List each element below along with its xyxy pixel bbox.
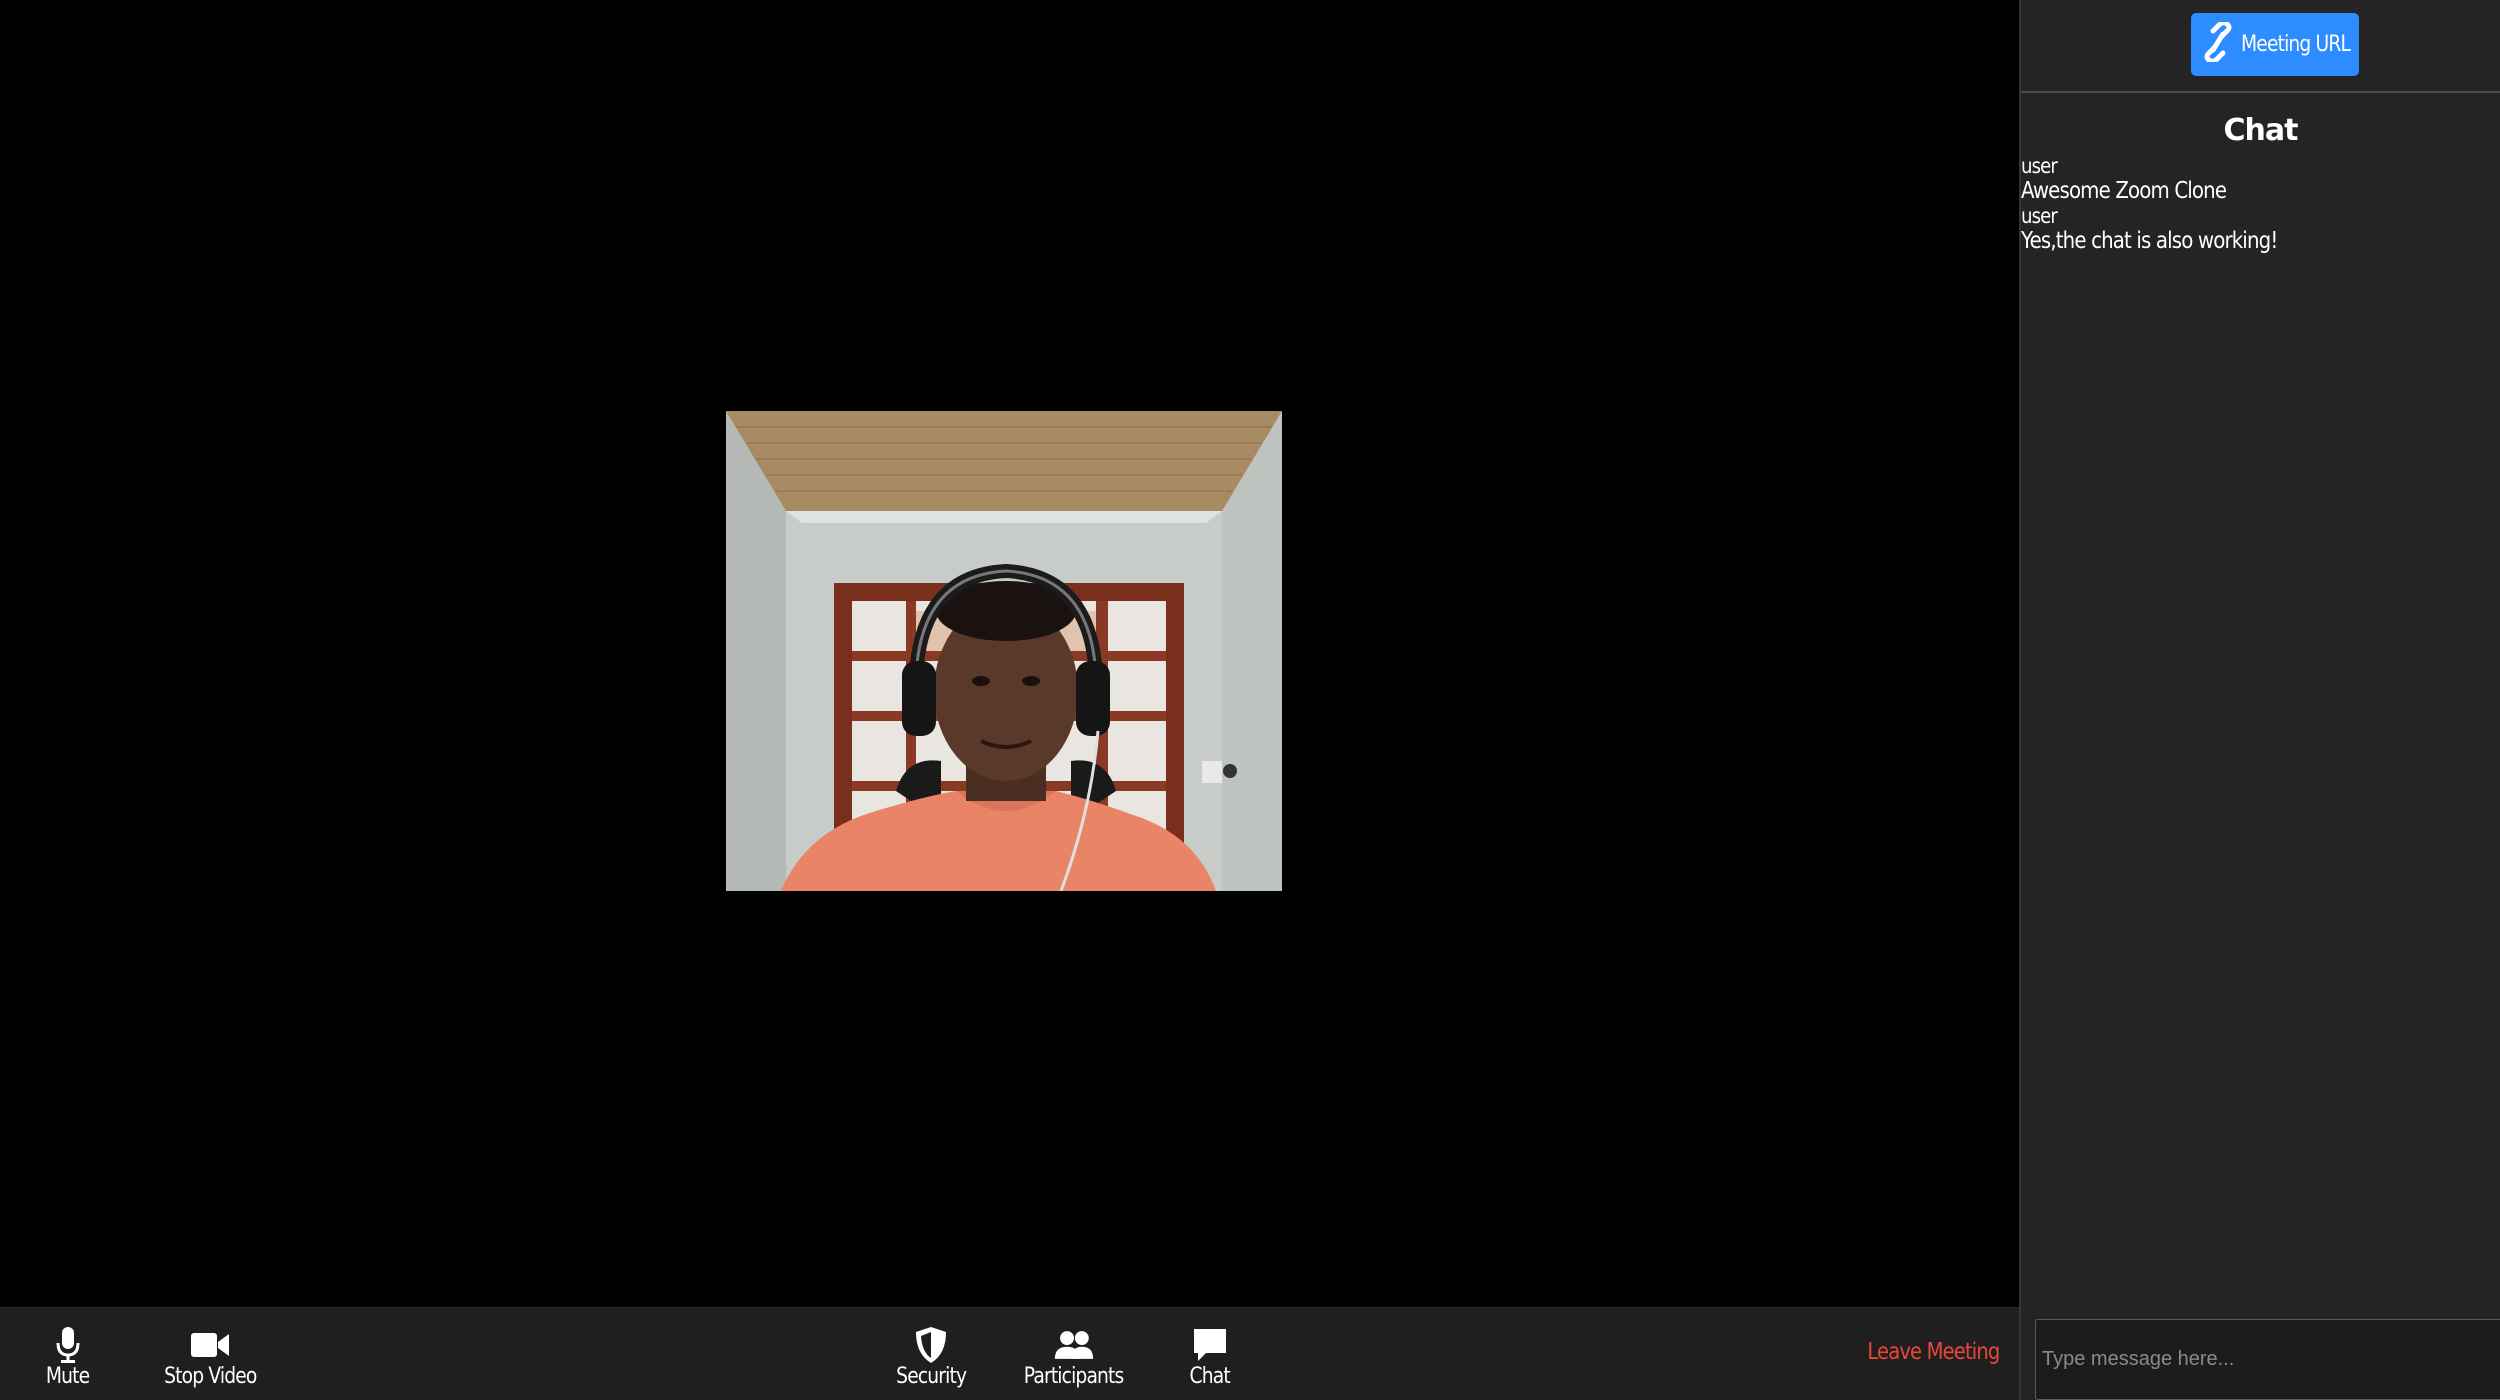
mute-button[interactable]: Mute (42, 1326, 93, 1390)
stop-video-label: Stop Video (164, 1364, 257, 1389)
chat-button[interactable]: Chat (1186, 1326, 1233, 1390)
chat-message: user Yes,the chat is also working! (2021, 204, 2500, 254)
panel-header: Meeting URL (2021, 0, 2500, 93)
chat-label: Chat (1189, 1364, 1231, 1389)
video-camera-icon (190, 1326, 230, 1364)
participant-video-feed (726, 411, 1282, 891)
participants-icon (1054, 1326, 1094, 1364)
participants-button[interactable]: Participants (1015, 1326, 1132, 1390)
mute-label: Mute (45, 1364, 90, 1389)
participant-video (726, 411, 1282, 891)
chat-title: Chat (2223, 113, 2299, 148)
video-stage (0, 0, 2019, 1307)
chat-messages: user Awesome Zoom Clone user Yes,the cha… (2021, 154, 2500, 254)
message-text: Awesome Zoom Clone (2021, 178, 2227, 204)
message-sender: user (2021, 154, 2058, 178)
security-label: Security (896, 1364, 967, 1389)
chat-message-input[interactable] (2036, 1320, 2500, 1399)
meeting-url-button[interactable]: Meeting URL (2191, 13, 2359, 76)
shield-icon (911, 1326, 951, 1364)
message-text: Yes,the chat is also working! (2021, 228, 2278, 254)
chat-input-container (2035, 1319, 2500, 1400)
leave-meeting-button[interactable]: Leave Meeting (1867, 1339, 2000, 1365)
link-icon (2201, 20, 2235, 67)
security-button[interactable]: Security (890, 1326, 972, 1390)
message-sender: user (2021, 204, 2058, 228)
chat-panel: Meeting URL Chat user Awesome Zoom Clone… (2019, 0, 2500, 1400)
meeting-toolbar: Mute Stop Video Security Participants Ch… (0, 1307, 2019, 1400)
participants-label: Participants (1023, 1364, 1125, 1389)
microphone-icon (48, 1326, 88, 1364)
chat-bubble-icon (1190, 1326, 1230, 1364)
stop-video-button[interactable]: Stop Video (156, 1326, 265, 1390)
chat-message: user Awesome Zoom Clone (2021, 154, 2500, 204)
meeting-url-label: Meeting URL (2241, 32, 2351, 57)
